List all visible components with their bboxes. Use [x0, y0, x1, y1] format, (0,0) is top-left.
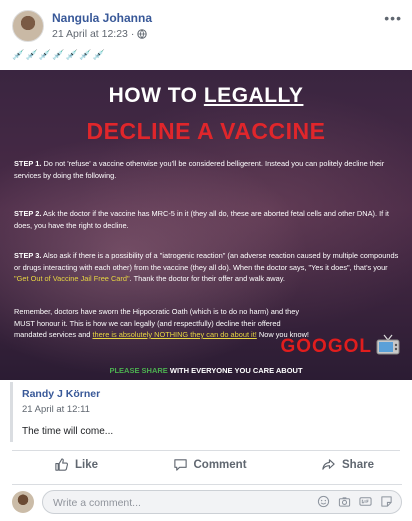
remember-highlight: there is absolutely NOTHING they can do …: [92, 330, 257, 339]
image-title-line2: DECLINE A VACCINE: [86, 118, 326, 144]
camera-icon[interactable]: [338, 495, 351, 508]
post-meta: 21 April at 12:23 ·: [52, 28, 148, 40]
step3-highlight: "Get Out of Vaccine Jail Free Card": [14, 274, 130, 283]
comment-composer: Write a comment...: [12, 484, 402, 516]
image-step-3: STEP 3. Also ask if there is a possibili…: [14, 250, 400, 285]
image-share-line: PLEASE SHARE WITH EVERYONE YOU CARE ABOU…: [0, 366, 412, 375]
image-step-1: STEP 1. Do not 'refuse' a vaccine otherw…: [14, 158, 400, 181]
gif-icon[interactable]: [359, 495, 372, 508]
like-button[interactable]: Like: [54, 457, 98, 472]
quoted-post[interactable]: Randy J Körner 21 April at 12:11 The tim…: [10, 382, 402, 442]
meta-separator: ·: [130, 28, 135, 40]
comment-label: Comment: [193, 458, 247, 471]
viewer-avatar[interactable]: [12, 491, 34, 513]
step2-label: STEP 2.: [14, 209, 42, 218]
post-text-emojis: 💉💉💉💉💉💉💉: [12, 50, 107, 61]
author-name[interactable]: Nangula Johanna: [52, 11, 152, 25]
image-remember: Remember, doctors have sworn the Hippocr…: [14, 306, 314, 341]
author-avatar[interactable]: [12, 10, 44, 42]
shared-image[interactable]: HOW TO LEGALLY DECLINE A VACCINE STEP 1.…: [0, 70, 412, 380]
image-title-line1: HOW TO LEGALLY: [0, 84, 412, 108]
post-timestamp[interactable]: 21 April at 12:23: [52, 28, 128, 40]
share-button[interactable]: Share: [321, 457, 374, 472]
share-highlight: PLEASE SHARE: [109, 366, 168, 375]
quoted-timestamp[interactable]: 21 April at 12:11: [22, 404, 90, 415]
share-rest: WITH EVERYONE YOU CARE ABOUT: [167, 366, 303, 375]
share-label: Share: [342, 458, 374, 471]
emoji-icon[interactable]: [317, 495, 330, 508]
image-step-2: STEP 2. Ask the doctor if the vaccine ha…: [14, 208, 400, 231]
more-options-icon[interactable]: •••: [384, 10, 402, 26]
quoted-text: The time will come...: [22, 426, 114, 437]
sticker-icon[interactable]: [380, 495, 393, 508]
thumbs-up-icon: [55, 458, 69, 471]
like-label: Like: [75, 458, 99, 471]
share-arrow-icon: [322, 459, 335, 470]
step1-label: STEP 1.: [14, 159, 42, 168]
quoted-author[interactable]: Randy J Körner: [22, 388, 100, 400]
post-actions: Like Comment Share: [12, 450, 400, 478]
comment-button[interactable]: Comment: [173, 457, 247, 472]
image-title-underlined: LEGALLY: [203, 84, 304, 107]
step3-text-b: . Thank the doctor for their offer and w…: [129, 274, 285, 283]
tv-icon: [376, 334, 400, 355]
brand-logo-text: GOOGOL: [280, 336, 372, 357]
step3-label: STEP 3.: [14, 251, 42, 260]
comment-input[interactable]: Write a comment...: [42, 490, 402, 514]
image-title-prefix: HOW TO: [108, 84, 198, 107]
step1-text: Do not 'refuse' a vaccine otherwise you'…: [14, 159, 385, 180]
post-header: Nangula Johanna 21 April at 12:23 · •••: [12, 8, 402, 44]
comment-placeholder: Write a comment...: [53, 497, 141, 509]
step3-text-a: Also ask if there is a possibility of a …: [14, 251, 399, 272]
globe-icon: [137, 29, 148, 39]
step2-text: Ask the doctor if the vaccine has MRC-5 …: [14, 209, 389, 230]
speech-bubble-icon: [173, 459, 187, 471]
comment-tools: [317, 495, 393, 508]
